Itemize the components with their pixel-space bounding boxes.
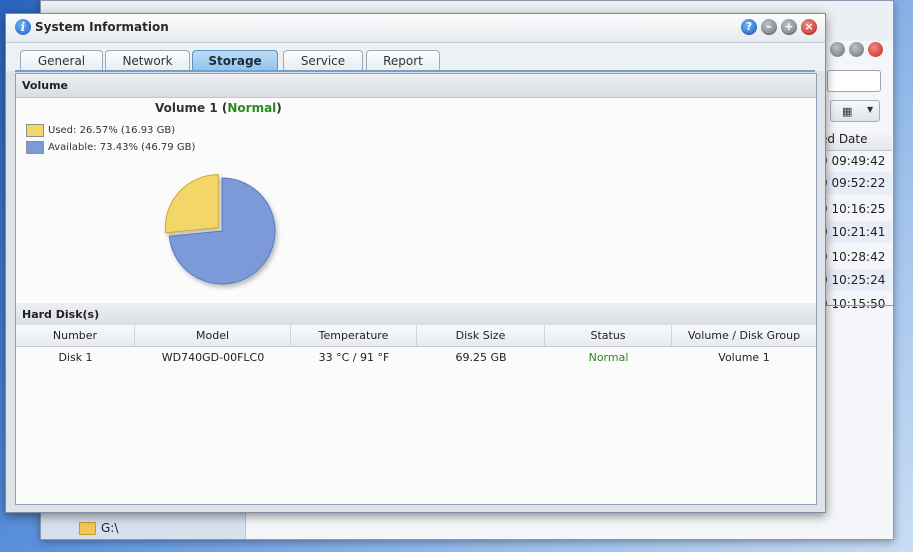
- cell-model: WD740GD-00FLC0: [161, 351, 265, 364]
- legend-swatch-used: [26, 124, 44, 137]
- bg-minimize-icon[interactable]: [830, 42, 845, 57]
- volume-section-header: Volume: [16, 74, 816, 98]
- bg-list-item[interactable]: 9 09:49:42: [820, 150, 892, 172]
- hard-disks-table: Number Model Temperature Disk Size Statu…: [16, 324, 816, 368]
- cell-volume: Volume 1: [718, 351, 770, 364]
- tab-bar: General Network Storage Service Report: [6, 43, 825, 72]
- close-button[interactable]: ×: [801, 19, 817, 35]
- window-controls: ? – + ×: [741, 19, 817, 35]
- bg-list-item[interactable]: 9 10:28:42: [820, 246, 892, 268]
- volume-legend: Used: 26.57% (16.93 GB) Available: 73.43…: [26, 122, 195, 156]
- bg-folder-label: G:\: [101, 521, 119, 535]
- legend-used: Used: 26.57% (16.93 GB): [26, 122, 195, 139]
- column-header-model[interactable]: Model: [135, 325, 291, 346]
- bg-search-input[interactable]: [827, 70, 881, 92]
- chevron-down-icon: ▼: [867, 105, 874, 114]
- tab-underline: [15, 70, 815, 72]
- minimize-button[interactable]: –: [761, 19, 777, 35]
- bg-list-item[interactable]: 9 09:52:22: [820, 172, 892, 194]
- cell-number: Disk 1: [58, 351, 93, 364]
- bg-list-item[interactable]: 9 10:15:50: [820, 293, 892, 315]
- bg-column-header-date[interactable]: ed Date: [820, 128, 892, 151]
- tab-storage[interactable]: Storage: [192, 50, 278, 72]
- cell-disk-size: 69.25 GB: [455, 351, 507, 364]
- maximize-button[interactable]: +: [781, 19, 797, 35]
- column-header-volume-disk-group[interactable]: Volume / Disk Group: [672, 325, 816, 346]
- system-information-window: i System Information ? – + × General Net…: [5, 13, 826, 513]
- volume-usage-pie-chart: [164, 174, 276, 285]
- info-icon: i: [15, 19, 31, 35]
- tab-report[interactable]: Report: [366, 50, 440, 71]
- pie-slice-used: [164, 174, 219, 234]
- grid-view-icon: ▦: [842, 105, 853, 118]
- tab-network[interactable]: Network: [105, 50, 190, 71]
- table-row[interactable]: Disk 1 WD740GD-00FLC0 33 °C / 91 °F 69.2…: [16, 347, 816, 368]
- legend-swatch-available: [26, 141, 44, 154]
- volume-name-suffix: ): [276, 101, 282, 115]
- background-window-controls: [830, 42, 883, 57]
- legend-available-label: Available: 73.43% (46.79 GB): [48, 142, 196, 153]
- bg-close-icon[interactable]: [868, 42, 883, 57]
- window-titlebar[interactable]: i System Information ? – + ×: [6, 14, 825, 43]
- storage-panel: Volume Volume 1 (Normal) Used: 26.57% (1…: [15, 73, 817, 505]
- table-header: Number Model Temperature Disk Size Statu…: [16, 324, 816, 347]
- bg-list-item[interactable]: 9 10:21:41: [820, 221, 892, 243]
- volume-name: Volume 1 (: [155, 101, 228, 115]
- tab-service[interactable]: Service: [283, 50, 363, 71]
- bg-view-toggle-button[interactable]: ▦ ▼: [830, 100, 880, 122]
- help-button[interactable]: ?: [741, 19, 757, 35]
- tab-general[interactable]: General: [20, 50, 103, 71]
- bg-folder-item[interactable]: G:\: [79, 521, 118, 535]
- legend-used-label: Used: 26.57% (16.93 GB): [48, 125, 176, 136]
- column-header-disk-size[interactable]: Disk Size: [417, 325, 545, 346]
- bg-list-item[interactable]: 9 10:25:24: [820, 269, 892, 291]
- bg-list-item[interactable]: 9 10:16:25: [820, 198, 892, 220]
- column-header-temperature[interactable]: Temperature: [291, 325, 417, 346]
- volume-status: Normal: [227, 101, 277, 115]
- window-title: System Information: [35, 20, 169, 34]
- folder-icon: [79, 521, 96, 535]
- legend-available: Available: 73.43% (46.79 GB): [26, 139, 195, 156]
- column-header-number[interactable]: Number: [16, 325, 135, 346]
- column-header-status[interactable]: Status: [545, 325, 672, 346]
- volume-title: Volume 1 (Normal): [155, 101, 282, 115]
- cell-status: Normal: [588, 351, 629, 364]
- bg-maximize-icon[interactable]: [849, 42, 864, 57]
- cell-temperature: 33 °C / 91 °F: [318, 351, 390, 364]
